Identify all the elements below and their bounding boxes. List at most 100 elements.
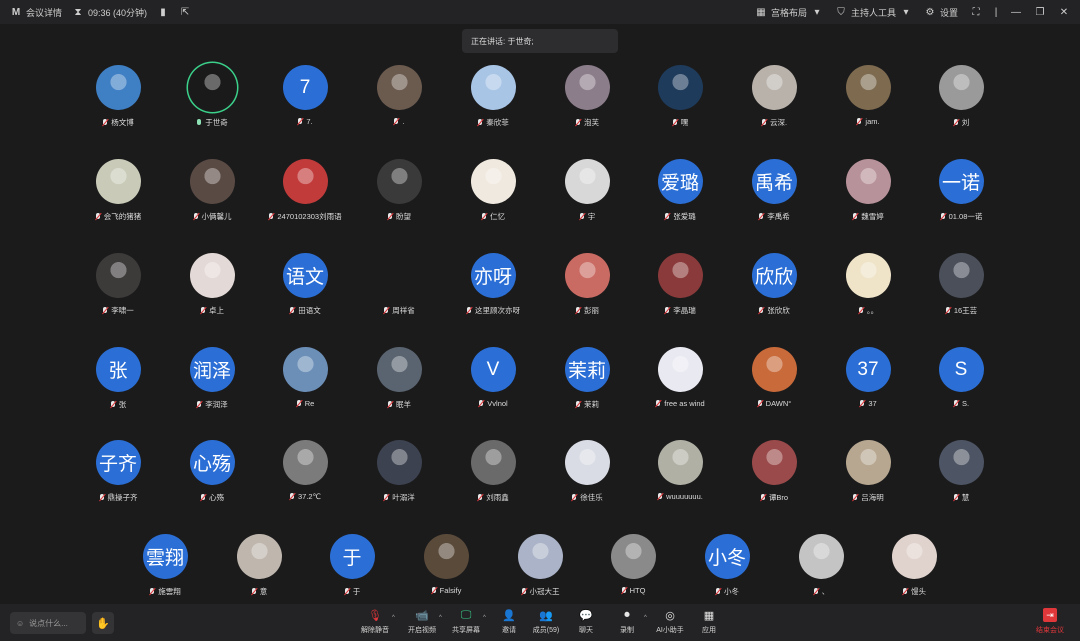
- participant-name: 卓上: [209, 306, 224, 315]
- participant-tile[interactable]: 盼望: [354, 159, 444, 229]
- participant-tile[interactable]: 一诺 01.08一诺: [916, 159, 1006, 229]
- participant-name-row: free as wind: [655, 399, 705, 408]
- participant-tile[interactable]: 彭丽: [542, 253, 632, 323]
- mic-muted-icon: [758, 306, 764, 315]
- participant-tile[interactable]: 2470102303刘雨语: [260, 159, 350, 229]
- participant-tile[interactable]: 嘿: [635, 65, 725, 135]
- raise-hand-button[interactable]: ✋: [92, 612, 114, 634]
- participant-tile[interactable]: 亦呀 这里顾次亦呀: [448, 253, 538, 323]
- participant-tile[interactable]: 小俩馨儿: [167, 159, 257, 229]
- participant-tile[interactable]: 欣欣 张欣欣: [729, 253, 819, 323]
- participant-tile[interactable]: 周祥省: [354, 253, 444, 323]
- toolbar-camera-off-button[interactable]: 📹 开启视频: [399, 608, 445, 638]
- participant-name: 刘雨鑫: [486, 493, 509, 502]
- participant-tile[interactable]: 杨文博: [73, 65, 163, 135]
- participant-tile[interactable]: 于于: [307, 534, 397, 604]
- share-screen-icon: 🖵: [460, 608, 472, 621]
- mic-muted-icon: [344, 587, 350, 596]
- participant-tile[interactable]: 小冠大王: [495, 534, 585, 604]
- mic-muted-icon: [296, 399, 302, 408]
- participant-tile[interactable]: S S.: [916, 347, 1006, 417]
- participant-tile[interactable]: 泡芙: [542, 65, 632, 135]
- participant-tile[interactable]: 云深.: [729, 65, 819, 135]
- avatar: [95, 253, 141, 298]
- toolbar-share-screen-button[interactable]: 🖵 共享屏幕: [443, 608, 489, 638]
- avatar: [564, 65, 610, 110]
- participant-tile[interactable]: Re: [260, 347, 350, 417]
- avatar: [376, 440, 422, 485]
- chat-input[interactable]: ☺ 说点什么...: [10, 612, 86, 634]
- avatar: [891, 534, 937, 579]
- participant-tile[interactable]: 宇: [542, 159, 632, 229]
- participant-tile[interactable]: 慧: [916, 440, 1006, 510]
- avatar: [470, 440, 516, 485]
- chevron-up-icon[interactable]: ^: [392, 615, 395, 621]
- toolbar-apps-button[interactable]: ▦ 应用: [686, 608, 732, 638]
- mic-muted-icon: [945, 306, 951, 315]
- avatar: 茉莉: [564, 347, 610, 392]
- avatar: [845, 253, 891, 298]
- participant-tile[interactable]: 馒头: [869, 534, 959, 604]
- end-meeting-button[interactable]: ⇥ 结束会议: [1036, 608, 1064, 635]
- participant-tile[interactable]: 语文 田语文: [260, 253, 350, 323]
- participant-tile[interactable]: 眠羊: [354, 347, 444, 417]
- participant-tile[interactable]: 雲翔 施雲翔: [120, 534, 210, 604]
- participant-tile[interactable]: HTQ: [588, 534, 678, 604]
- participant-tile[interactable]: 意: [214, 534, 304, 604]
- participant-tile[interactable]: 谭Bro: [729, 440, 819, 510]
- emoji-icon[interactable]: ☺: [16, 619, 24, 628]
- avatar: [95, 159, 141, 204]
- participant-tile[interactable]: 刘雨鑫: [448, 440, 538, 510]
- participant-tile[interactable]: Falsify: [401, 534, 491, 604]
- participant-tile[interactable]: jam.: [823, 65, 913, 135]
- participant-tile[interactable]: 7 7.: [260, 65, 350, 135]
- participant-tile[interactable]: 于世奇: [167, 65, 257, 135]
- participant-tile[interactable]: .: [354, 65, 444, 135]
- participant-tile[interactable]: 禹希 李禹希: [729, 159, 819, 229]
- participant-tile[interactable]: V Vvlnol: [448, 347, 538, 417]
- participant-tile[interactable]: 、: [776, 534, 866, 604]
- participant-tile[interactable]: 刘: [916, 65, 1006, 135]
- participant-tile[interactable]: 仁忆: [448, 159, 538, 229]
- participant-name-row: 茉莉: [575, 399, 599, 410]
- participant-tile[interactable]: 子齐 鼎操子齐: [73, 440, 163, 510]
- chevron-up-icon[interactable]: ^: [439, 615, 442, 621]
- participant-name: 周祥省: [392, 306, 415, 315]
- participant-tile[interactable]: 李啸一: [73, 253, 163, 323]
- participant-name: jam.: [865, 117, 880, 126]
- participant-name-row: 于世奇: [196, 117, 228, 128]
- participant-tile[interactable]: 37 37: [823, 347, 913, 417]
- participant-tile[interactable]: wuuuuuuu.: [635, 440, 725, 510]
- mic-muted-icon: [431, 586, 437, 595]
- participant-tile[interactable]: 心殇 心殇: [167, 440, 257, 510]
- toolbar-chat-button[interactable]: 💬 聊天: [563, 608, 609, 638]
- mic-muted-icon: [102, 306, 108, 315]
- avatar: V: [470, 347, 516, 392]
- participant-tile[interactable]: 张张: [73, 347, 163, 417]
- participant-tile[interactable]: 爱璐 张爱璐: [635, 159, 725, 229]
- participant-tile[interactable]: 徐佳乐: [542, 440, 632, 510]
- toolbar-mic-muted-button[interactable]: 🎙 解除静音: [352, 608, 398, 638]
- participant-name-row: 卓上: [200, 305, 224, 316]
- avatar: [938, 253, 984, 298]
- toolbar-label: 应用: [702, 627, 716, 634]
- participant-tile[interactable]: DAWN°: [729, 347, 819, 417]
- participant-tile[interactable]: 润泽 李润泽: [167, 347, 257, 417]
- participant-tile[interactable]: 16王芸: [916, 253, 1006, 323]
- invite-icon: 👤: [502, 609, 516, 622]
- participant-tile[interactable]: 叶溺洋: [354, 440, 444, 510]
- toolbar-record-button[interactable]: ⏺ 录制: [604, 608, 650, 638]
- participant-tile[interactable]: 。。: [823, 253, 913, 323]
- participant-tile[interactable]: 小冬 小冬: [682, 534, 772, 604]
- participant-name: 张欣欣: [767, 306, 790, 315]
- participant-tile[interactable]: 秦欣菲: [448, 65, 538, 135]
- participant-tile[interactable]: 会飞的猪猪: [73, 159, 163, 229]
- participant-tile[interactable]: 卓上: [167, 253, 257, 323]
- participant-tile[interactable]: free as wind: [635, 347, 725, 417]
- participant-tile[interactable]: 吕海明: [823, 440, 913, 510]
- participant-name: 泡芙: [584, 118, 599, 127]
- participant-tile[interactable]: 李晶瑞: [635, 253, 725, 323]
- participant-tile[interactable]: 魏雪婷: [823, 159, 913, 229]
- participant-tile[interactable]: 37.2℃: [260, 440, 350, 510]
- participant-tile[interactable]: 茉莉 茉莉: [542, 347, 632, 417]
